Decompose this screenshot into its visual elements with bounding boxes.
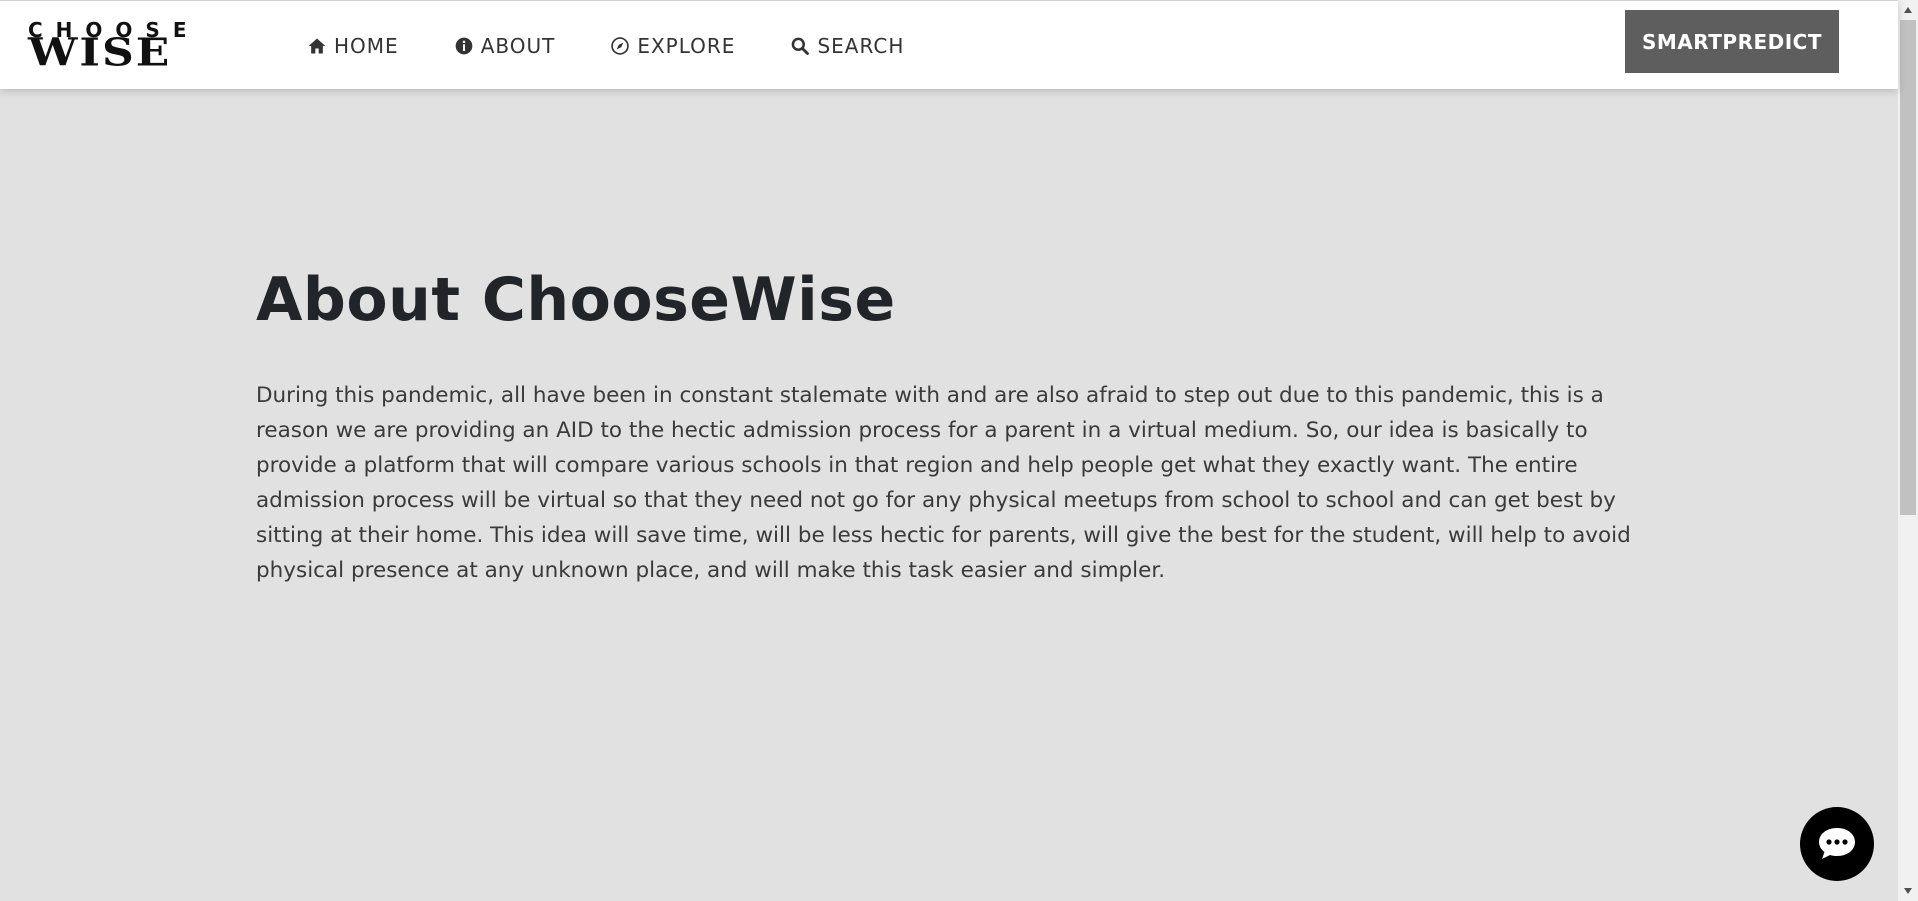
nav-item-explore-label: EXPLORE bbox=[637, 33, 736, 58]
home-icon bbox=[306, 35, 328, 57]
scroll-down-arrow-icon[interactable] bbox=[1898, 881, 1918, 901]
nav-item-search-label: SEARCH bbox=[817, 33, 905, 58]
scrollbar-thumb[interactable] bbox=[1900, 20, 1916, 515]
logo-bottom-text: WISE bbox=[28, 30, 172, 76]
page: CHOOSE WISE HOME ABOUT EXPLORE SEARCH SM… bbox=[0, 0, 1918, 901]
choosewise-logo[interactable]: CHOOSE WISE bbox=[28, 20, 240, 76]
scroll-up-arrow-icon[interactable] bbox=[1898, 0, 1918, 20]
search-icon bbox=[789, 35, 811, 57]
nav-item-search[interactable]: SEARCH bbox=[789, 26, 904, 66]
vertical-scrollbar[interactable] bbox=[1898, 0, 1918, 901]
chat-button[interactable] bbox=[1800, 807, 1874, 881]
nav-item-home-label: HOME bbox=[334, 33, 399, 58]
navbar: CHOOSE WISE HOME ABOUT EXPLORE SEARCH SM… bbox=[0, 0, 1898, 89]
nav-item-about[interactable]: ABOUT bbox=[453, 26, 556, 66]
nav-item-about-label: ABOUT bbox=[480, 33, 556, 58]
nav-links: HOME ABOUT EXPLORE SEARCH bbox=[306, 1, 958, 90]
about-description: During this pandemic, all have been in c… bbox=[256, 383, 1631, 583]
chat-icon bbox=[1819, 828, 1855, 859]
compass-icon bbox=[609, 35, 631, 57]
page-title: About ChooseWise bbox=[256, 265, 896, 335]
nav-item-home[interactable]: HOME bbox=[306, 26, 399, 66]
info-icon bbox=[453, 35, 475, 57]
about-section: About ChooseWise During this pandemic, a… bbox=[256, 260, 1656, 588]
smartpredict-button[interactable]: SMARTPREDICT bbox=[1625, 10, 1839, 73]
nav-item-explore[interactable]: EXPLORE bbox=[609, 26, 735, 66]
